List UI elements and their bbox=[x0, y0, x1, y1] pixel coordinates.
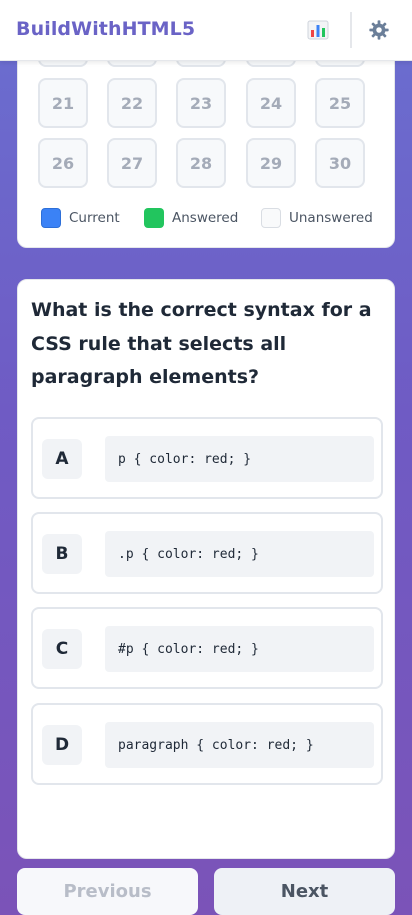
question-cell-29[interactable]: 29 bbox=[246, 138, 296, 188]
bar-chart-icon[interactable] bbox=[305, 17, 331, 43]
question-cell-27[interactable]: 27 bbox=[107, 138, 157, 188]
legend-unanswered-label: Unanswered bbox=[289, 210, 373, 226]
legend-current-swatch bbox=[41, 208, 61, 228]
question-cell-25[interactable]: 25 bbox=[315, 78, 365, 128]
option-c-letter: C bbox=[42, 629, 82, 669]
gear-icon[interactable] bbox=[366, 17, 392, 43]
option-a-letter: A bbox=[42, 439, 82, 479]
legend-unanswered: Unanswered bbox=[261, 208, 373, 228]
option-d-letter: D bbox=[42, 725, 82, 765]
question-cell-30[interactable]: 30 bbox=[315, 138, 365, 188]
question-navigator-card: 21 22 23 24 25 26 27 28 29 30 Current An… bbox=[17, 17, 395, 248]
option-b[interactable]: B .p { color: red; } bbox=[31, 512, 383, 594]
option-b-code: .p { color: red; } bbox=[105, 531, 374, 577]
question-cell-24[interactable]: 24 bbox=[246, 78, 296, 128]
brand-title[interactable]: BuildWithHTML5 bbox=[16, 18, 195, 40]
previous-button[interactable]: Previous bbox=[17, 868, 198, 915]
question-cell-22[interactable]: 22 bbox=[107, 78, 157, 128]
option-b-letter: B bbox=[42, 534, 82, 574]
question-cell-23[interactable]: 23 bbox=[176, 78, 226, 128]
legend-unanswered-swatch bbox=[261, 208, 281, 228]
option-a[interactable]: A p { color: red; } bbox=[31, 417, 383, 499]
legend-answered-label: Answered bbox=[172, 210, 239, 226]
legend-current-label: Current bbox=[69, 210, 120, 226]
option-a-code: p { color: red; } bbox=[105, 436, 374, 482]
legend-answered-swatch bbox=[144, 208, 164, 228]
legend-answered: Answered bbox=[144, 208, 238, 228]
question-cell-21[interactable]: 21 bbox=[38, 78, 88, 128]
option-d[interactable]: D paragraph { color: red; } bbox=[31, 703, 383, 785]
option-d-code: paragraph { color: red; } bbox=[105, 722, 374, 768]
question-text: What is the correct syntax for a CSS rul… bbox=[31, 299, 372, 388]
option-c-code: #p { color: red; } bbox=[105, 626, 374, 672]
option-c[interactable]: C #p { color: red; } bbox=[31, 607, 383, 689]
question-cell-28[interactable]: 28 bbox=[176, 138, 226, 188]
next-button[interactable]: Next bbox=[214, 868, 395, 915]
question-cell-26[interactable]: 26 bbox=[38, 138, 88, 188]
header-divider bbox=[350, 12, 352, 48]
legend-current: Current bbox=[41, 208, 120, 228]
app-header: BuildWithHTML5 bbox=[0, 0, 412, 61]
question-card: What is the correct syntax for a CSS rul… bbox=[17, 279, 395, 859]
